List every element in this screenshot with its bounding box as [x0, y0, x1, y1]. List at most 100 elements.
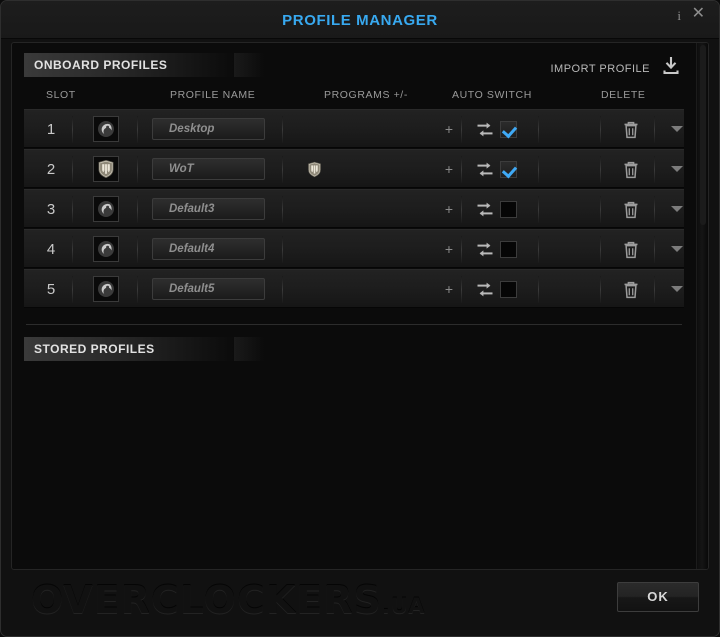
cell-separator	[600, 156, 601, 183]
cell-separator	[282, 116, 283, 143]
cell-separator	[282, 236, 283, 263]
slot-number: 2	[46, 161, 56, 178]
profile-manager-window: PROFILE MANAGER i ✕ ONBOARD PROFILES IMP…	[0, 0, 720, 637]
stored-profiles-header: STORED PROFILES	[24, 337, 684, 361]
cell-separator	[600, 196, 601, 223]
column-header-auto-switch: AUTO SWITCH	[452, 89, 532, 101]
cell-separator	[282, 276, 283, 303]
close-icon[interactable]: ✕	[688, 5, 709, 23]
cell-separator	[461, 156, 462, 183]
cell-separator	[654, 236, 655, 263]
cell-separator	[72, 236, 73, 263]
cell-separator	[461, 236, 462, 263]
section-divider	[26, 324, 682, 325]
auto-switch-icon[interactable]	[476, 201, 494, 218]
roccat-logo-icon[interactable]	[93, 276, 119, 302]
cell-separator	[538, 156, 539, 183]
auto-switch-icon[interactable]	[476, 281, 494, 298]
auto-switch-checkbox[interactable]	[500, 281, 517, 298]
stored-profiles-title: STORED PROFILES	[24, 337, 264, 361]
cell-separator	[72, 196, 73, 223]
slot-number: 4	[46, 241, 56, 258]
cell-separator	[137, 276, 138, 303]
world-of-tanks-icon[interactable]	[93, 156, 119, 182]
profile-name-input[interactable]: Default5	[152, 278, 265, 300]
column-header-delete: DELETE	[601, 89, 646, 101]
auto-switch-checkbox[interactable]	[500, 241, 517, 258]
cell-separator	[72, 276, 73, 303]
cell-separator	[137, 116, 138, 143]
table-row: 4 Default4 +	[24, 229, 684, 268]
add-program-button[interactable]: +	[442, 270, 456, 309]
auto-switch-checkbox[interactable]	[500, 161, 517, 178]
scrollbar-thumb[interactable]	[700, 45, 706, 225]
add-program-button[interactable]: +	[442, 190, 456, 229]
cell-separator	[461, 116, 462, 143]
slot-number: 1	[46, 121, 56, 138]
chevron-down-icon[interactable]	[671, 166, 683, 172]
onboard-profiles-title: ONBOARD PROFILES	[24, 53, 264, 77]
profile-name-input[interactable]: Default4	[152, 238, 265, 260]
profile-name-input[interactable]: Desktop	[152, 118, 265, 140]
cell-separator	[461, 196, 462, 223]
auto-switch-checkbox[interactable]	[500, 121, 517, 138]
cell-separator	[137, 196, 138, 223]
column-header-profile-name: PROFILE NAME	[170, 89, 256, 101]
roccat-logo-icon[interactable]	[93, 196, 119, 222]
import-profile-label: IMPORT PROFILE	[550, 62, 650, 75]
cell-separator	[282, 156, 283, 183]
download-icon	[660, 55, 682, 82]
cell-separator	[600, 236, 601, 263]
cell-separator	[461, 276, 462, 303]
cell-separator	[538, 276, 539, 303]
cell-separator	[600, 116, 601, 143]
auto-switch-icon[interactable]	[476, 241, 494, 258]
dialog-footer: OVERCLOCKERS.UA OK	[1, 570, 719, 636]
slot-number: 3	[46, 201, 56, 218]
dialog-body: ONBOARD PROFILES IMPORT PROFILE SLOT PRO…	[1, 39, 719, 636]
chevron-down-icon[interactable]	[671, 206, 683, 212]
cell-separator	[538, 236, 539, 263]
world-of-tanks-icon[interactable]	[305, 160, 323, 178]
roccat-logo-icon[interactable]	[93, 116, 119, 142]
table-row: 2 WoT +	[24, 149, 684, 188]
auto-switch-icon[interactable]	[476, 121, 494, 138]
trash-icon[interactable]	[622, 280, 640, 300]
chevron-down-icon[interactable]	[671, 246, 683, 252]
cell-separator	[137, 236, 138, 263]
profiles-panel: ONBOARD PROFILES IMPORT PROFILE SLOT PRO…	[11, 42, 709, 570]
onboard-profiles-header: ONBOARD PROFILES IMPORT PROFILE	[24, 53, 684, 77]
watermark: OVERCLOCKERS.UA	[31, 578, 426, 622]
panel-content: ONBOARD PROFILES IMPORT PROFILE SLOT PRO…	[12, 43, 696, 569]
cell-separator	[600, 276, 601, 303]
add-program-button[interactable]: +	[442, 150, 456, 189]
page-title: PROFILE MANAGER	[282, 12, 438, 29]
profile-rows: 1 Desktop +2 WoT +3 Default3 +4 Default4 +5 Defau…	[24, 109, 684, 308]
profile-name-input[interactable]: Default3	[152, 198, 265, 220]
trash-icon[interactable]	[622, 200, 640, 220]
column-header-programs: PROGRAMS +/-	[324, 89, 408, 101]
watermark-main: OVERCLOCKERS	[31, 578, 382, 622]
table-row: 3 Default3 +	[24, 189, 684, 228]
auto-switch-icon[interactable]	[476, 161, 494, 178]
cell-separator	[282, 196, 283, 223]
chevron-down-icon[interactable]	[671, 126, 683, 132]
info-icon[interactable]: i	[673, 7, 685, 25]
ok-button[interactable]: OK	[617, 582, 699, 612]
roccat-logo-icon[interactable]	[93, 236, 119, 262]
column-headers: SLOT PROFILE NAME PROGRAMS +/- AUTO SWIT…	[24, 83, 684, 109]
cell-separator	[538, 116, 539, 143]
add-program-button[interactable]: +	[442, 110, 456, 149]
trash-icon[interactable]	[622, 240, 640, 260]
import-profile-button[interactable]: IMPORT PROFILE	[550, 55, 682, 82]
cell-separator	[72, 116, 73, 143]
trash-icon[interactable]	[622, 160, 640, 180]
chevron-down-icon[interactable]	[671, 286, 683, 292]
profile-name-input[interactable]: WoT	[152, 158, 265, 180]
add-program-button[interactable]: +	[442, 230, 456, 269]
title-bar: PROFILE MANAGER i ✕	[1, 1, 719, 39]
vertical-scrollbar[interactable]	[696, 43, 708, 569]
trash-icon[interactable]	[622, 120, 640, 140]
auto-switch-checkbox[interactable]	[500, 201, 517, 218]
table-row: 1 Desktop +	[24, 109, 684, 148]
